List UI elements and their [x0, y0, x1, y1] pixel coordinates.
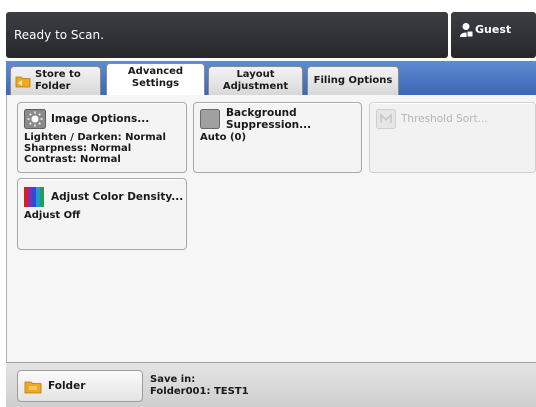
image-options-icon [24, 109, 46, 133]
folder-icon [15, 74, 31, 92]
tab-layout-adjustment[interactable]: Layout Adjustment [208, 66, 303, 95]
tab-label: Advanced Settings [127, 66, 184, 89]
user-lock-icon [459, 22, 474, 42]
image-options-values: Lighten / Darken: Normal Sharpness: Norm… [24, 132, 166, 165]
folder-icon [24, 379, 42, 398]
contrast-value: Contrast: Normal [24, 154, 121, 165]
lighten-darken-value: Lighten / Darken: Normal [24, 132, 166, 143]
threshold-sort-title: Threshold Sort... [401, 113, 488, 125]
folder-button-label: Folder [48, 380, 86, 392]
adjust-color-density-button[interactable]: Adjust Color Density... Adjust Off [17, 178, 187, 250]
tab-filing-options[interactable]: Filing Options [307, 66, 399, 95]
user-name: Guest [475, 23, 512, 36]
adjust-color-density-value: Adjust Off [24, 210, 81, 221]
threshold-sort-button: Threshold Sort... [369, 102, 536, 173]
tab-label: Layout Adjustment [222, 69, 289, 92]
threshold-sort-icon [376, 109, 396, 133]
tab-advanced-settings[interactable]: Advanced Settings [106, 63, 205, 96]
background-suppression-icon [200, 109, 220, 133]
folder-button[interactable]: Folder [17, 370, 143, 402]
background-suppression-button[interactable]: Background Suppression... Auto (0) [193, 102, 362, 173]
tab-store-to-folder[interactable]: Store to Folder [10, 66, 101, 95]
background-suppression-value: Auto (0) [200, 132, 247, 143]
color-density-icon [24, 187, 44, 211]
save-in-value: Folder001: TEST1 [150, 386, 249, 397]
sharpness-value: Sharpness: Normal [24, 143, 132, 154]
image-options-title: Image Options... [51, 113, 150, 125]
image-options-button[interactable]: Image Options... Lighten / Darken: Norma… [17, 102, 187, 173]
status-bar: Ready to Scan. [6, 12, 448, 58]
status-message: Ready to Scan. [14, 28, 104, 42]
adjust-color-density-title: Adjust Color Density... [51, 191, 184, 203]
tab-label: Filing Options [313, 75, 393, 86]
save-in-label: Save in: [150, 374, 196, 385]
save-location: Save in: Folder001: TEST1 [150, 374, 249, 398]
background-suppression-title: Background Suppression... [226, 107, 312, 131]
user-button[interactable]: Guest [451, 12, 536, 58]
